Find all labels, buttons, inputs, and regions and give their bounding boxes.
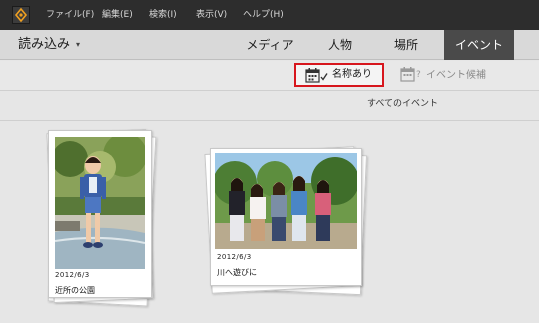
app-window: ファイル(F) 編集(E) 検索(I) 表示(V) ヘルプ(H) 読み込み ▾ …: [0, 0, 539, 323]
event-stack-river[interactable]: 2012/6/3 川へ遊びに: [204, 146, 367, 296]
event-stack-park[interactable]: 2012/6/3 近所の公園: [44, 128, 157, 308]
calendar-check-icon: [305, 68, 328, 83]
tab-places[interactable]: 場所: [378, 30, 434, 60]
event-name: 近所の公園: [55, 286, 95, 295]
event-date: 2012/6/3: [217, 253, 252, 261]
chevron-down-icon[interactable]: ▾: [76, 30, 80, 60]
menu-help[interactable]: ヘルプ(H): [243, 0, 284, 30]
menu-view[interactable]: 表示(V): [196, 0, 227, 30]
menu-bar: ファイル(F) 編集(E) 検索(I) 表示(V) ヘルプ(H): [0, 0, 539, 30]
event-date: 2012/6/3: [55, 271, 90, 279]
event-candidates-label: イベント候補: [426, 70, 486, 81]
calendar-question-icon: ?: [400, 67, 421, 82]
named-events-button[interactable]: 名称あり: [294, 63, 384, 87]
event-name: 川へ遊びに: [217, 268, 257, 277]
event-card[interactable]: 2012/6/3 近所の公園: [48, 130, 152, 298]
menu-edit[interactable]: 編集(E): [102, 0, 133, 30]
menu-file[interactable]: ファイル(F): [46, 0, 94, 30]
divider: [0, 120, 539, 121]
menu-search[interactable]: 検索(I): [149, 0, 177, 30]
event-card[interactable]: 2012/6/3 川へ遊びに: [210, 148, 362, 286]
elements-organizer-icon[interactable]: [12, 6, 30, 24]
tab-events[interactable]: イベント: [444, 30, 514, 60]
named-events-label: 名称あり: [332, 69, 372, 80]
tab-people[interactable]: 人物: [312, 30, 368, 60]
section-title: すべてのイベント: [367, 99, 439, 109]
tab-media[interactable]: メディア: [238, 30, 302, 60]
svg-text:?: ?: [416, 70, 421, 80]
event-photo: [215, 153, 357, 249]
event-photo: [55, 137, 145, 269]
event-toolbar: 名称あり ? イベント候補: [0, 61, 539, 91]
view-navigation-bar: 読み込み ▾ メディア 人物 場所 イベント: [0, 30, 539, 60]
event-candidates-button[interactable]: ? イベント候補: [400, 65, 490, 87]
import-button[interactable]: 読み込み: [18, 30, 70, 60]
